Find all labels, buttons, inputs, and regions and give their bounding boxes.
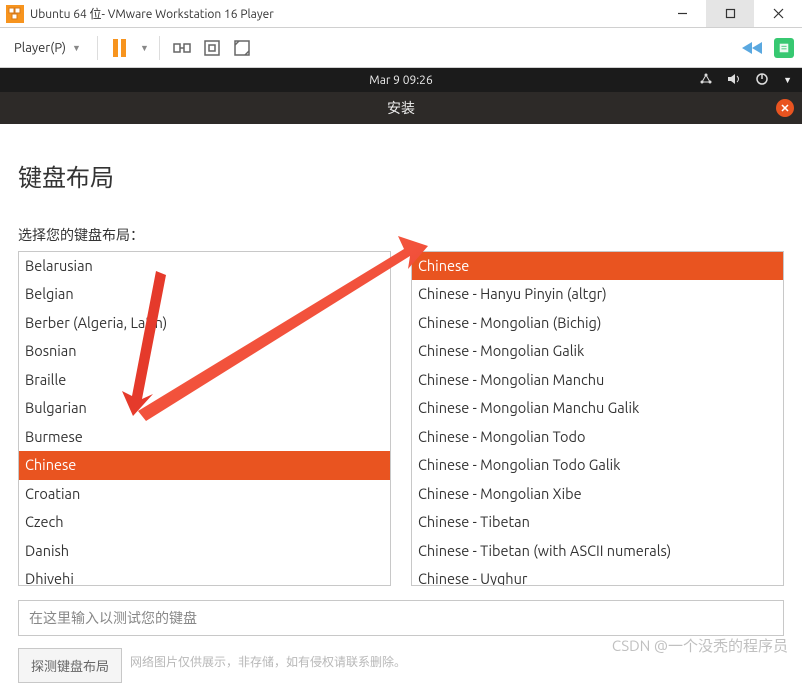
- power-icon[interactable]: [755, 72, 769, 89]
- chevron-down-icon[interactable]: ▼: [783, 75, 792, 85]
- watermark-text: 网络图片仅供展示，非存储，如有侵权请联系删除。: [130, 653, 406, 670]
- clock[interactable]: Mar 9 09:26: [369, 74, 432, 87]
- installer-title: 安装: [387, 98, 415, 118]
- installer-header: 安装 ✕: [0, 92, 802, 124]
- list-item[interactable]: Belgian: [19, 280, 390, 308]
- pause-button[interactable]: [108, 36, 132, 60]
- maximize-button[interactable]: [706, 0, 754, 27]
- network-icon[interactable]: [699, 72, 713, 89]
- installer-content: 键盘布局 选择您的键盘布局： BelarusianBelgianBerber (…: [0, 124, 802, 683]
- variant-listbox[interactable]: ChineseChinese - Hanyu Pinyin (altgr)Chi…: [411, 251, 784, 586]
- list-item[interactable]: Chinese - Tibetan (with ASCII numerals): [412, 537, 783, 565]
- list-item[interactable]: Chinese - Mongolian Manchu Galik: [412, 394, 783, 422]
- list-item[interactable]: Chinese: [19, 451, 390, 479]
- system-tray[interactable]: ▼: [699, 72, 792, 89]
- fullscreen-button[interactable]: [200, 36, 224, 60]
- list-item[interactable]: Bosnian: [19, 337, 390, 365]
- list-item[interactable]: Chinese - Mongolian Todo: [412, 423, 783, 451]
- list-item[interactable]: Danish: [19, 537, 390, 565]
- notes-icon[interactable]: [774, 38, 794, 58]
- list-item[interactable]: Berber (Algeria, Latin): [19, 309, 390, 337]
- list-item[interactable]: Braille: [19, 366, 390, 394]
- keyboard-test-input[interactable]: [18, 600, 784, 636]
- window-controls: [658, 0, 802, 27]
- watermark-text: CSDN @一个没秃的程序员: [612, 635, 788, 656]
- installer-close-button[interactable]: ✕: [776, 99, 794, 117]
- unity-button[interactable]: [230, 36, 254, 60]
- gnome-top-bar: Mar 9 09:26 ▼: [0, 68, 802, 92]
- layout-listbox[interactable]: BelarusianBelgianBerber (Algeria, Latin)…: [18, 251, 391, 586]
- layout-prompt: 选择您的键盘布局：: [18, 225, 784, 245]
- close-icon: ✕: [780, 102, 789, 115]
- page-title: 键盘布局: [18, 158, 784, 193]
- list-item[interactable]: Croatian: [19, 480, 390, 508]
- windows-titlebar: Ubuntu 64 位- VMware Workstation 16 Playe…: [0, 0, 802, 28]
- list-item[interactable]: Chinese - Mongolian Xibe: [412, 480, 783, 508]
- volume-icon[interactable]: [727, 72, 741, 89]
- list-item[interactable]: Burmese: [19, 423, 390, 451]
- separator: [159, 36, 160, 60]
- list-item[interactable]: Chinese - Tibetan: [412, 508, 783, 536]
- list-item[interactable]: Chinese - Mongolian (Bichig): [412, 309, 783, 337]
- send-ctrl-alt-del-button[interactable]: [170, 36, 194, 60]
- separator: [97, 36, 98, 60]
- detect-layout-button[interactable]: 探测键盘布局: [18, 648, 122, 683]
- window-title: Ubuntu 64 位- VMware Workstation 16 Playe…: [30, 5, 658, 22]
- player-menu-label: Player(P): [14, 41, 66, 55]
- rewind-icon[interactable]: [740, 36, 764, 60]
- list-item[interactable]: Bulgarian: [19, 394, 390, 422]
- list-item[interactable]: Dhivehi: [19, 565, 390, 586]
- close-button[interactable]: [754, 0, 802, 27]
- vmware-app-icon: [6, 5, 24, 23]
- vmware-toolbar: Player(P) ▼ ▼: [0, 28, 802, 68]
- list-item[interactable]: Chinese: [412, 252, 783, 280]
- list-item[interactable]: Chinese - Mongolian Galik: [412, 337, 783, 365]
- player-menu[interactable]: Player(P) ▼: [8, 37, 87, 59]
- list-item[interactable]: Chinese - Hanyu Pinyin (altgr): [412, 280, 783, 308]
- list-item[interactable]: Chinese - Mongolian Todo Galik: [412, 451, 783, 479]
- pause-icon: [113, 39, 126, 57]
- list-item[interactable]: Chinese - Mongolian Manchu: [412, 366, 783, 394]
- minimize-button[interactable]: [658, 0, 706, 27]
- list-item[interactable]: Belarusian: [19, 252, 390, 280]
- layout-lists: BelarusianBelgianBerber (Algeria, Latin)…: [18, 251, 784, 586]
- list-item[interactable]: Chinese - Uyghur: [412, 565, 783, 586]
- chevron-down-icon[interactable]: ▼: [140, 43, 149, 53]
- list-item[interactable]: Czech: [19, 508, 390, 536]
- chevron-down-icon: ▼: [72, 43, 81, 53]
